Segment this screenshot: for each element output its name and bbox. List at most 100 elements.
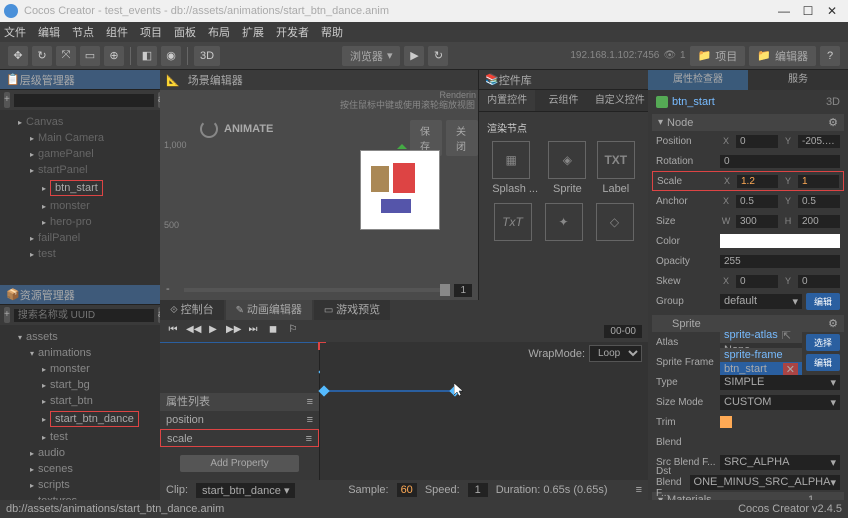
hierarchy-item[interactable]: ▸ monster (0, 198, 160, 214)
height-input[interactable]: 200 (798, 215, 840, 228)
hierarchy-item[interactable]: ▸ startPanel (0, 162, 160, 178)
scale-x-input[interactable]: 1.2 (737, 175, 778, 188)
help-button[interactable]: ? (820, 46, 840, 66)
sprite-preview[interactable] (360, 150, 440, 230)
hierarchy-item[interactable]: ▸ gamePanel (0, 146, 160, 162)
asset-item[interactable]: ▸ monster (0, 361, 160, 377)
menu-help[interactable]: 帮助 (321, 24, 343, 40)
menu-extension[interactable]: 扩展 (242, 24, 264, 40)
asset-item[interactable]: ▸ audio (0, 445, 160, 461)
position-x-input[interactable]: 0 (736, 135, 778, 148)
zoom-out-button[interactable]: - (166, 283, 180, 297)
rect-tool-button[interactable]: ▭ (80, 46, 100, 66)
dstblend-select[interactable]: ONE_MINUS_SRC_ALPHA▾ (690, 475, 840, 490)
group-select[interactable]: default▾ (720, 294, 802, 309)
hierarchy-item[interactable]: ▸ hero-pro (0, 214, 160, 230)
scene-tab[interactable]: 场景编辑器 (188, 72, 243, 88)
minimize-button[interactable]: — (772, 4, 796, 18)
asset-item[interactable]: ▸ scripts (0, 477, 160, 493)
richtext-component[interactable]: TxT (494, 203, 532, 245)
3d-toggle[interactable]: 3D (826, 96, 840, 108)
anchor-x-input[interactable]: 0.5 (736, 195, 778, 208)
scale-y-input[interactable]: 1 (798, 175, 839, 188)
inspector-tab[interactable]: 属性检查器 (648, 70, 748, 90)
assets-add-button[interactable]: + (4, 307, 10, 323)
play-button[interactable]: ▶ (404, 46, 424, 66)
anchor-tool-button[interactable]: ⊕ (104, 46, 124, 66)
color-input[interactable] (720, 234, 840, 248)
wrapmode-select[interactable]: Loop (589, 345, 642, 362)
tl-play-button[interactable]: ▶ (206, 324, 220, 338)
hierarchy-item[interactable]: ▸ test (0, 246, 160, 262)
close-button[interactable]: ✕ (820, 4, 844, 18)
width-input[interactable]: 300 (736, 215, 778, 228)
animation-editor-tab[interactable]: ✎ 动画编辑器 (226, 300, 312, 320)
tl-stop-button[interactable]: ◼ (266, 324, 280, 338)
builtin-tab[interactable]: 内置控件 (479, 90, 535, 111)
atlas-select-button[interactable]: 选择 (806, 334, 840, 351)
node-active-checkbox[interactable] (656, 96, 668, 108)
rotation-input[interactable]: 0 (720, 155, 840, 168)
asset-item[interactable]: ▸ start_bg (0, 377, 160, 393)
group-edit-button[interactable]: 编辑 (806, 293, 840, 310)
cloud-tab[interactable]: 云组件 (535, 90, 591, 111)
scale-track[interactable] (320, 381, 648, 401)
tiledmap-component[interactable]: ◇ (596, 203, 634, 245)
asset-item[interactable]: ▾ animations (0, 345, 160, 361)
asset-item[interactable]: ▸ test (0, 429, 160, 445)
project-button[interactable]: 📁 项目 (690, 46, 746, 66)
menu-icon[interactable]: ≡ (307, 393, 313, 411)
speed-input[interactable]: 1 (468, 483, 488, 497)
menu-node[interactable]: 节点 (72, 24, 94, 40)
keyframe[interactable] (450, 385, 461, 396)
tl-menu-icon[interactable]: ≡ (636, 484, 642, 496)
menu-edit[interactable]: 编辑 (38, 24, 60, 40)
materials-section[interactable]: ▾ Materials1 (652, 492, 844, 500)
refresh-button[interactable]: ↻ (428, 46, 448, 66)
2d-button[interactable]: 3D (194, 46, 220, 66)
anchor-y-input[interactable]: 0.5 (798, 195, 840, 208)
rotate-tool-button[interactable]: ↻ (32, 46, 52, 66)
skew-x-input[interactable]: 0 (736, 275, 778, 288)
hierarchy-item[interactable]: ▸ Main Camera (0, 130, 160, 146)
gear-icon[interactable]: ⚙ (828, 317, 838, 330)
scale-tool-button[interactable]: ⤧ (56, 46, 76, 66)
clip-select[interactable]: start_btn_dance ▾ (196, 483, 295, 498)
services-tab[interactable]: 服务 (748, 70, 848, 90)
sizemode-select[interactable]: CUSTOM▾ (720, 395, 840, 410)
tl-prev-button[interactable]: ◀◀ (186, 324, 200, 338)
console-tab[interactable]: ⟐ 控制台 (160, 300, 224, 320)
hierarchy-item[interactable]: ▸ failPanel (0, 230, 160, 246)
custom-tab[interactable]: 自定义控件 (592, 90, 648, 111)
tl-next-button[interactable]: ▶▶ (226, 324, 240, 338)
asset-item[interactable]: ▸ textures (0, 493, 160, 500)
game-preview-tab[interactable]: ▭ 游戏预览 (314, 300, 390, 320)
menu-project[interactable]: 项目 (140, 24, 162, 40)
menu-panel[interactable]: 面板 (174, 24, 196, 40)
hierarchy-item[interactable]: ▸ btn_start (0, 178, 160, 198)
preview-target-dropdown[interactable]: 浏览器 ▾ (342, 46, 401, 66)
asset-item[interactable]: ▸ scenes (0, 461, 160, 477)
node-section[interactable]: ▾ Node⚙ (652, 114, 844, 131)
particle-component[interactable]: ✦ (545, 203, 583, 245)
prop-position[interactable]: position≡ (160, 411, 319, 429)
tl-event-button[interactable]: ⚐ (286, 324, 300, 338)
srcblend-select[interactable]: SRC_ALPHA▾ (720, 455, 840, 470)
keyframe[interactable] (318, 385, 329, 396)
type-select[interactable]: SIMPLE▾ (720, 375, 840, 390)
local-world-button[interactable]: ◧ (137, 46, 157, 66)
editor-button[interactable]: 📁 编辑器 (749, 46, 816, 66)
gear-icon[interactable]: ⚙ (828, 116, 838, 129)
tl-first-button[interactable]: ⏮ (166, 324, 180, 338)
sprite-component[interactable]: ◈Sprite (548, 141, 586, 195)
pivot-button[interactable]: ◉ (161, 46, 181, 66)
sample-input[interactable]: 60 (397, 483, 417, 497)
prop-scale[interactable]: scale≡ (160, 429, 319, 447)
trim-checkbox[interactable] (720, 416, 732, 428)
hierarchy-add-button[interactable]: + (4, 92, 10, 108)
move-tool-button[interactable]: ✥ (8, 46, 28, 66)
splash-component[interactable]: ▦Splash ... (492, 141, 538, 195)
position-y-input[interactable]: -205.948 (798, 135, 840, 148)
maximize-button[interactable]: ☐ (796, 4, 820, 18)
menu-component[interactable]: 组件 (106, 24, 128, 40)
